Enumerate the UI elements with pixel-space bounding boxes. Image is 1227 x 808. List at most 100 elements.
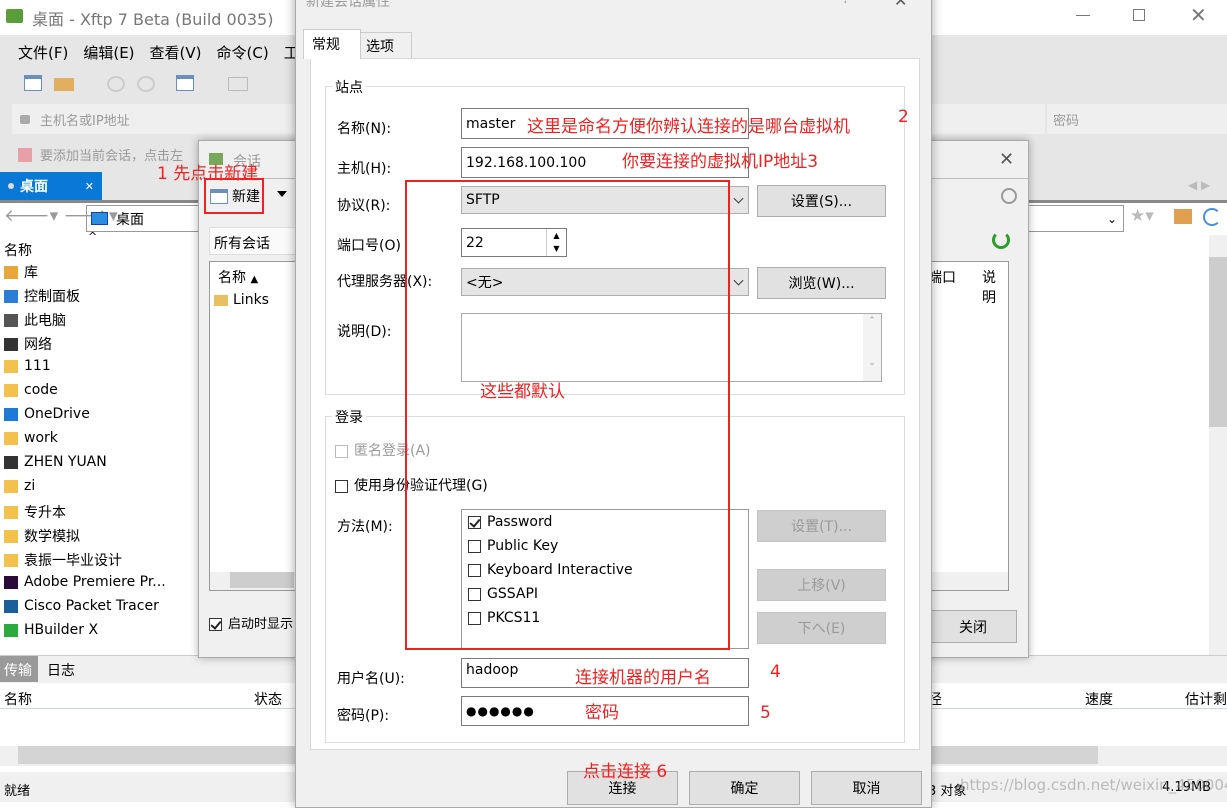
tab-close-icon[interactable]: ✕ [85,180,94,193]
new-session-icon[interactable] [24,75,42,91]
annotation-defaults: 这些都默认 [480,382,565,402]
file-name: 此电脑 [24,313,66,329]
tab-log[interactable]: 日志 [47,660,75,680]
session-col-port[interactable]: 端口 [928,267,956,287]
tab-transfer[interactable]: 传输 [0,656,38,682]
protocol-setup-button[interactable]: 设置(S)... [757,185,886,217]
refresh-sessions-icon[interactable] [992,231,1010,249]
session-folder-combo[interactable]: 所有会话 [209,227,299,255]
close-button[interactable]: ✕ [1190,3,1207,27]
folder-icon [4,479,18,493]
folder-icon [4,359,18,373]
menu-edit[interactable]: 编辑(E) [83,42,134,63]
annotation-step4: 连接机器的用户名 [575,668,711,688]
file-list-item[interactable]: 库 [4,262,38,282]
password-input[interactable]: 密码 [1047,104,1227,134]
file-list-item[interactable]: 111 [4,358,51,374]
method-label: 方法(M): [337,519,393,535]
annotation-step4-number: 4 [770,662,781,682]
file-list-item[interactable]: 数学模拟 [4,526,80,546]
status-text: 就绪 [4,784,31,799]
computer-icon [4,313,18,327]
tab-dot-icon [8,183,14,189]
file-name: 数学模拟 [24,529,80,545]
hbuilder-icon [4,623,18,637]
move-up-button[interactable]: 上移(V) [757,569,886,601]
maximize-button[interactable] [1133,9,1145,21]
file-list-item[interactable]: OneDrive [4,406,90,422]
sessions-close-btn[interactable]: 关闭 [929,610,1017,643]
onedrive-icon [4,407,18,421]
proxy-browse-button[interactable]: 浏览(W)... [757,267,886,299]
parent-folder-icon[interactable] [1174,209,1192,224]
transfer-col-status[interactable]: 状态 [254,689,282,709]
session-col-desc[interactable]: 说明 [982,267,1008,307]
disconnect-icon [137,76,155,92]
file-name: zi [24,478,36,494]
right-scrollbar[interactable] [1209,235,1227,655]
transfer-col-eta[interactable]: 估计剩 [1185,689,1227,709]
annotation-step1: 1 先点击新建 [157,164,259,184]
sessions-close-button[interactable]: ✕ [999,149,1014,170]
ok-button[interactable]: 确定 [689,771,800,805]
lock-icon [20,114,30,124]
folder-icon [4,529,18,543]
move-down-button[interactable]: 下へ(E) [757,612,886,644]
file-list-item[interactable]: Cisco Packet Tracer [4,598,159,614]
play-icon [228,77,248,91]
transfer-col-name[interactable]: 名称 [4,689,32,709]
new-dropdown-icon[interactable] [277,191,287,197]
sort-asc-icon: ^ [88,230,98,243]
menu-command[interactable]: 命令(C) [217,42,269,63]
file-list-item[interactable]: ZHEN YUAN [4,454,107,470]
menu-file[interactable]: 文件(F) [18,42,68,63]
tab-options[interactable]: 选项 [360,32,412,58]
file-list-item[interactable]: 控制面板 [4,286,80,306]
file-list-item[interactable]: 专升本 [4,502,66,522]
file-name: ZHEN YUAN [24,454,107,470]
session-col-name[interactable]: 名称 ▲ [218,267,258,287]
file-name: 111 [24,358,51,374]
transfer-col-speed[interactable]: 速度 [1085,689,1113,709]
file-name: 控制面板 [24,289,80,305]
watermark: https://blog.csdn.net/weixin_45000490 [960,776,1227,794]
annotation-step6: 点击连接 6 [583,762,668,782]
file-list-item[interactable]: work [4,430,58,446]
name-label: 名称(N): [337,121,392,137]
session-search-icon[interactable] [1001,188,1017,204]
path-dropdown-icon[interactable]: ⌄ [1107,212,1117,226]
tab-desktop[interactable]: 桌面 ✕ [0,172,102,200]
file-list-item[interactable]: HBuilder X [4,622,98,638]
file-list-item[interactable]: 此电脑 [4,310,66,330]
refresh-icon[interactable] [1203,208,1221,226]
file-name: 网络 [24,337,52,353]
scrollbar-thumb[interactable] [1209,257,1227,427]
file-list-item[interactable]: Adobe Premiere Pr... [4,574,166,590]
file-list-item[interactable]: 网络 [4,334,52,354]
file-list-header-name[interactable]: 名称 [4,240,32,260]
cancel-button[interactable]: 取消 [811,771,922,805]
settings-icon[interactable] [176,75,194,91]
textarea-scrollbar[interactable]: ⌃ ⌄ [863,314,881,381]
tab-scroll-arrows[interactable]: ◀ ▶ [1188,178,1210,192]
properties-title: 新建会话属性 [306,0,390,10]
open-folder-icon[interactable] [54,78,74,91]
menu-view[interactable]: 查看(V) [150,42,202,63]
show-on-start-checkbox[interactable]: 启动时显示 [209,613,293,632]
tab-general[interactable]: 常规 [303,29,361,59]
chevron-down-icon [733,275,744,286]
menu-bar: 文件(F) 编辑(E) 查看(V) 命令(C) 工具 [18,42,314,63]
help-button[interactable]: ? [842,0,849,7]
method-setup-button[interactable]: 设置(T)... [757,510,886,542]
file-list-item[interactable]: code [4,382,58,398]
annotation-defaults-box [405,180,730,650]
minimize-button[interactable] [1076,15,1090,16]
file-list-item[interactable]: zi [4,478,35,494]
properties-close-button[interactable]: ✕ [894,0,907,10]
file-name: 库 [24,265,38,281]
session-item-links[interactable]: Links [214,292,269,308]
file-list-item[interactable]: 袁振一毕业设计 [4,550,122,570]
favorite-star-icon[interactable]: ★▾ [1130,206,1154,226]
file-name: code [24,382,58,398]
file-name: Cisco Packet Tracer [24,598,159,614]
